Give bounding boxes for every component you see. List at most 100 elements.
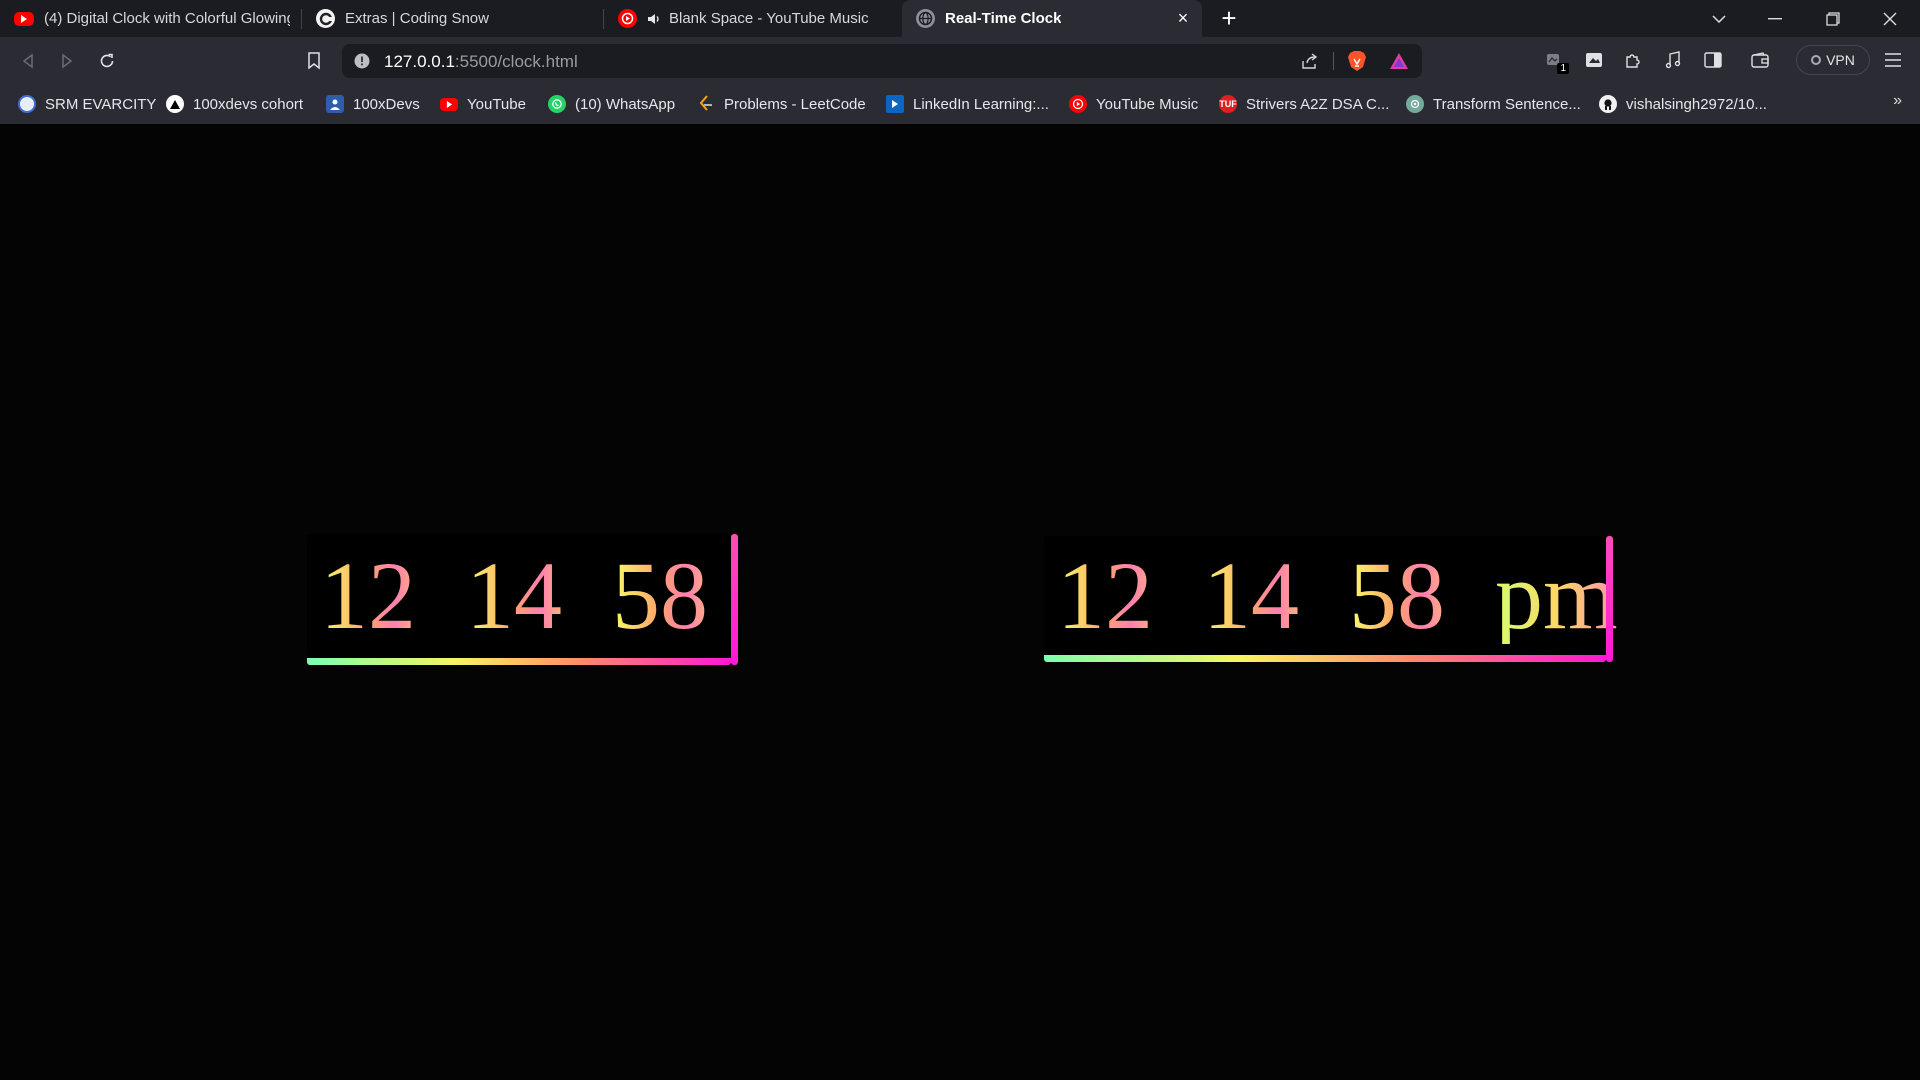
- vpn-label: VPN: [1826, 52, 1855, 68]
- bookmark-leetcode[interactable]: Problems - LeetCode: [697, 92, 866, 116]
- tab-title: (4) Digital Clock with Colorful Glowing: [44, 10, 290, 27]
- tab-strip: (4) Digital Clock with Colorful Glowing …: [0, 0, 1920, 37]
- forward-button[interactable]: [53, 47, 81, 75]
- bookmark-label: vishalsingh2972/10...: [1626, 95, 1767, 113]
- bookmark-transform-sentence[interactable]: Transform Sentence...: [1406, 92, 1581, 116]
- extensions-button[interactable]: [1620, 47, 1646, 73]
- triangle-icon: [166, 95, 184, 113]
- browser-toolbar: 127.0.0.1:5500/clock.html 1 VPN: [0, 37, 1920, 84]
- brave-shields-button[interactable]: [1344, 49, 1370, 73]
- bookmark-label: Transform Sentence...: [1433, 95, 1581, 113]
- bookmark-100xdevs[interactable]: 100xDevs: [326, 92, 420, 116]
- bookmark-label: 100xDevs: [353, 95, 420, 113]
- clock-seconds: 58: [612, 542, 708, 649]
- bookmark-label: YouTube: [467, 95, 526, 113]
- tab-youtube-music[interactable]: Blank Space - YouTube Music: [604, 0, 902, 37]
- avatar-icon: [326, 95, 344, 113]
- leetcode-icon: [697, 95, 715, 113]
- puzzle-icon: [1626, 54, 1640, 68]
- bookmark-youtube[interactable]: YouTube: [440, 92, 526, 116]
- close-tab-icon[interactable]: ×: [1174, 9, 1192, 27]
- clock-ampm: pm: [1495, 541, 1618, 649]
- chatgpt-icon: [1406, 95, 1424, 113]
- clock-24h: 12 14 58: [307, 534, 738, 665]
- bookmark-label: Problems - LeetCode: [724, 95, 866, 113]
- wallet-button[interactable]: [1747, 47, 1773, 73]
- github-icon: [1599, 95, 1617, 113]
- bookmark-youtube-music[interactable]: YouTube Music: [1069, 92, 1198, 116]
- media-controls-button[interactable]: [1660, 47, 1686, 73]
- tab-title: Extras | Coding Snow: [345, 10, 489, 27]
- bookmark-100xdevs-cohort[interactable]: 100xdevs cohort: [166, 92, 303, 116]
- clock-minutes: 14: [466, 542, 562, 649]
- restore-button[interactable]: [1805, 0, 1861, 37]
- forward-arrow-icon: [62, 53, 73, 69]
- brave-rewards-triangle-icon: [1390, 53, 1408, 69]
- speaker-icon[interactable]: [647, 13, 661, 25]
- linkedin-learning-icon: [886, 95, 904, 113]
- new-tab-button[interactable]: +: [1215, 4, 1243, 32]
- restore-icon: [1826, 11, 1840, 26]
- reload-button[interactable]: [93, 47, 121, 75]
- tuf-icon: TUF: [1219, 95, 1237, 113]
- address-bar[interactable]: 127.0.0.1:5500/clock.html: [342, 44, 1422, 78]
- hamburger-menu-icon: [1885, 53, 1901, 67]
- tab-title: Real-Time Clock: [945, 10, 1062, 27]
- brave-rewards-button[interactable]: [1386, 49, 1412, 73]
- clock-12h: 12 14 58 pm: [1044, 536, 1618, 662]
- bookmark-label: (10) WhatsApp: [575, 95, 676, 113]
- bookmark-github-repo[interactable]: vishalsingh2972/10...: [1599, 92, 1767, 116]
- clock-hours: 12: [1057, 541, 1153, 649]
- main-menu-button[interactable]: [1880, 47, 1906, 73]
- tab-real-time-clock[interactable]: Real-Time Clock ×: [902, 0, 1202, 37]
- bookmark-label: LinkedIn Learning:...: [913, 95, 1049, 113]
- bookmark-linkedin-learning[interactable]: LinkedIn Learning:...: [886, 92, 1049, 116]
- picture-in-picture-button[interactable]: [1581, 47, 1607, 73]
- page-content: 12 14 58 12 14 58 pm: [0, 124, 1920, 1080]
- clock-minutes: 14: [1203, 541, 1299, 649]
- tab-search-button[interactable]: [1691, 0, 1747, 37]
- bookmark-srm-evarcity[interactable]: SRM EVARCITY: [18, 92, 156, 116]
- youtube-icon: [14, 11, 34, 26]
- close-window-button[interactable]: [1862, 0, 1918, 37]
- url-host: 127.0.0.1: [384, 52, 455, 71]
- clock-hours: 12: [320, 542, 416, 649]
- brave-lion-icon: [1348, 51, 1366, 71]
- extension-badge: 1: [1557, 63, 1569, 74]
- vpn-button[interactable]: VPN: [1796, 45, 1870, 75]
- extension-button[interactable]: 1: [1542, 47, 1569, 74]
- sidebar-icon: [1704, 52, 1722, 68]
- more-bookmarks-chevron-icon[interactable]: »: [1893, 92, 1902, 110]
- back-button[interactable]: [14, 47, 42, 75]
- coding-snow-icon: [316, 9, 335, 28]
- picture-in-picture-icon: [1586, 53, 1602, 67]
- minimize-icon: [1768, 17, 1782, 19]
- tab-coding-snow[interactable]: Extras | Coding Snow: [302, 0, 604, 37]
- close-icon: [1883, 12, 1897, 25]
- bookmark-label: YouTube Music: [1096, 95, 1199, 113]
- minimize-button[interactable]: [1747, 0, 1803, 37]
- url-text[interactable]: 127.0.0.1:5500/clock.html: [384, 52, 578, 72]
- wallet-icon: [1751, 52, 1769, 68]
- clock-seconds: 58: [1349, 541, 1445, 649]
- reload-icon: [100, 53, 114, 68]
- back-arrow-icon: [22, 53, 33, 69]
- bookmark-label: SRM EVARCITY: [45, 95, 157, 113]
- tab-title: Blank Space - YouTube Music: [669, 10, 869, 27]
- music-note-icon: [1665, 51, 1681, 69]
- bookmark-icon: [308, 52, 320, 70]
- youtube-music-icon: [618, 9, 637, 28]
- tab-digital-clock-video[interactable]: (4) Digital Clock with Colorful Glowing: [0, 0, 302, 37]
- bookmark-strivers-a2z[interactable]: TUF Strivers A2Z DSA C...: [1219, 92, 1389, 116]
- youtube-music-icon: [1069, 95, 1087, 113]
- omnibox-divider: [1333, 52, 1334, 70]
- globe-icon: [916, 9, 935, 28]
- share-button[interactable]: [1297, 49, 1323, 73]
- bookmark-whatsapp[interactable]: (10) WhatsApp: [548, 92, 675, 116]
- bookmark-page-button[interactable]: [300, 47, 328, 75]
- srm-icon: [18, 95, 36, 113]
- chevron-down-icon: [1712, 14, 1726, 23]
- url-path: :5500/clock.html: [454, 52, 578, 71]
- site-info-icon[interactable]: [354, 53, 370, 69]
- sidebar-toggle-button[interactable]: [1700, 47, 1726, 73]
